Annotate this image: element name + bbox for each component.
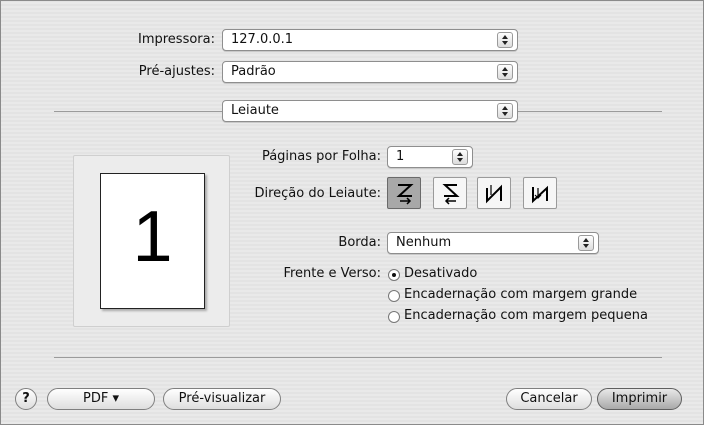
separator-right (518, 111, 662, 112)
direction-s-button[interactable] (433, 177, 467, 209)
printer-value: 127.0.0.1 (231, 32, 294, 47)
printer-popup[interactable]: 127.0.0.1 (222, 29, 518, 51)
popup-arrows-icon (452, 149, 468, 165)
presets-label: Pré-ajustes: (138, 64, 215, 79)
pdf-button[interactable]: PDF ▾ (47, 388, 155, 410)
preview-page-number: 1 (132, 197, 173, 277)
z-order-icon (396, 184, 414, 205)
presets-popup[interactable]: Padrão (222, 61, 518, 83)
separator-left (54, 111, 222, 112)
printer-label: Impressora: (138, 32, 215, 47)
direction-n-button[interactable] (477, 177, 511, 209)
two-sided-short-edge-radio[interactable] (388, 311, 400, 323)
layout-direction-label: Direção do Leiaute: (254, 186, 381, 201)
print-dialog: Impressora: 127.0.0.1 Pré-ajustes: Padrã… (0, 0, 704, 425)
panel-popup[interactable]: Leiaute (222, 100, 518, 122)
popup-arrows-icon (497, 32, 513, 48)
two-sided-long-edge-radio[interactable] (388, 290, 400, 302)
direction-reverse-n-button[interactable] (523, 177, 557, 209)
n-order-icon (486, 184, 502, 204)
border-value: Nenhum (396, 235, 452, 250)
popup-arrows-icon (497, 64, 513, 80)
bottom-separator (54, 357, 662, 358)
popup-arrows-icon (578, 235, 594, 251)
two-sided-short-edge-text: Encadernação com margem pequena (404, 308, 648, 323)
help-button[interactable]: ? (15, 388, 37, 410)
pages-per-sheet-label: Páginas por Folha: (261, 149, 381, 164)
two-sided-off-radio[interactable] (388, 269, 400, 281)
reverse-n-order-icon (532, 185, 548, 204)
direction-z-button[interactable] (387, 177, 421, 209)
page-preview: 1 (73, 155, 230, 327)
border-label: Borda: (338, 235, 381, 250)
two-sided-label: Frente e Verso: (283, 266, 381, 281)
pages-per-sheet-value: 1 (396, 149, 405, 164)
popup-arrows-icon (497, 103, 513, 119)
two-sided-long-edge-text: Encadernação com margem grande (404, 287, 638, 302)
border-popup[interactable]: Nenhum (387, 232, 599, 254)
two-sided-off-text: Desativado (404, 266, 478, 281)
print-button[interactable]: Imprimir (597, 388, 682, 410)
preview-page: 1 (100, 173, 205, 309)
s-order-icon (442, 184, 460, 205)
pages-per-sheet-popup[interactable]: 1 (387, 146, 473, 168)
cancel-button[interactable]: Cancelar (506, 388, 592, 410)
panel-value: Leiaute (231, 103, 279, 118)
presets-value: Padrão (231, 64, 276, 79)
preview-button[interactable]: Pré-visualizar (163, 388, 281, 410)
